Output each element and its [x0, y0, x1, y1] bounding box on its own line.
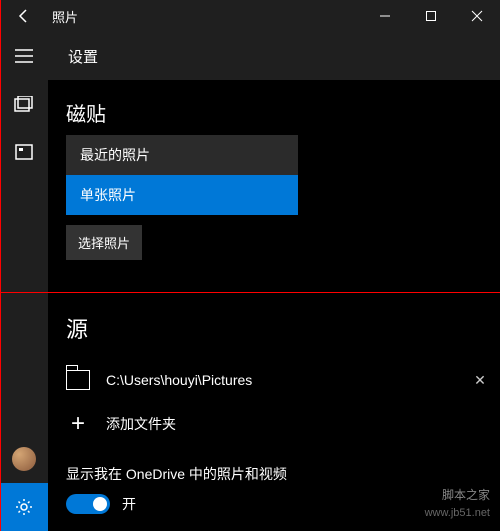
source-path-text: C:\Users\houyi\Pictures — [106, 372, 460, 388]
tile-option-single[interactable]: 单张照片 — [66, 175, 298, 215]
tile-option-recent[interactable]: 最近的照片 — [66, 135, 298, 175]
tile-section-title: 磁贴 — [66, 98, 500, 127]
close-button[interactable] — [454, 0, 500, 32]
select-photo-button[interactable]: 选择照片 — [66, 225, 142, 260]
gear-icon — [15, 498, 33, 516]
sources-section-title: 源 — [66, 312, 500, 344]
add-folder-label: 添加文件夹 — [106, 414, 176, 434]
source-folder-row: C:\Users\houyi\Pictures ✕ — [66, 358, 500, 402]
toggle-state-label: 开 — [122, 494, 136, 514]
title-bar: 照片 — [0, 0, 500, 32]
page-title: 设置 — [48, 32, 500, 80]
app-title: 照片 — [48, 7, 362, 26]
folder-icon — [66, 370, 90, 390]
onedrive-toggle[interactable] — [66, 494, 110, 514]
plus-icon: + — [66, 410, 90, 438]
toggle-knob — [93, 497, 107, 511]
watermark-text: 脚本之家 — [442, 486, 490, 503]
onedrive-label: 显示我在 OneDrive 中的照片和视频 — [66, 464, 500, 484]
main-content: 设置 磁贴 最近的照片 单张照片 选择照片 源 C:\Users\houyi\P… — [48, 32, 500, 531]
avatar-icon — [12, 447, 36, 471]
watermark-url: www.jb51.net — [425, 507, 490, 519]
back-button[interactable] — [0, 0, 48, 32]
albums-icon[interactable] — [0, 128, 48, 176]
user-avatar[interactable] — [0, 435, 48, 483]
settings-button[interactable] — [0, 483, 48, 531]
annotation-line — [0, 292, 500, 293]
sidebar — [0, 32, 48, 531]
collection-icon[interactable] — [0, 80, 48, 128]
maximize-button[interactable] — [408, 0, 454, 32]
minimize-button[interactable] — [362, 0, 408, 32]
tile-options-list: 最近的照片 单张照片 — [66, 135, 500, 215]
hamburger-menu-button[interactable] — [0, 32, 48, 80]
remove-source-button[interactable]: ✕ — [460, 372, 500, 389]
window-controls — [362, 0, 500, 32]
add-folder-button[interactable]: + 添加文件夹 — [66, 402, 500, 446]
